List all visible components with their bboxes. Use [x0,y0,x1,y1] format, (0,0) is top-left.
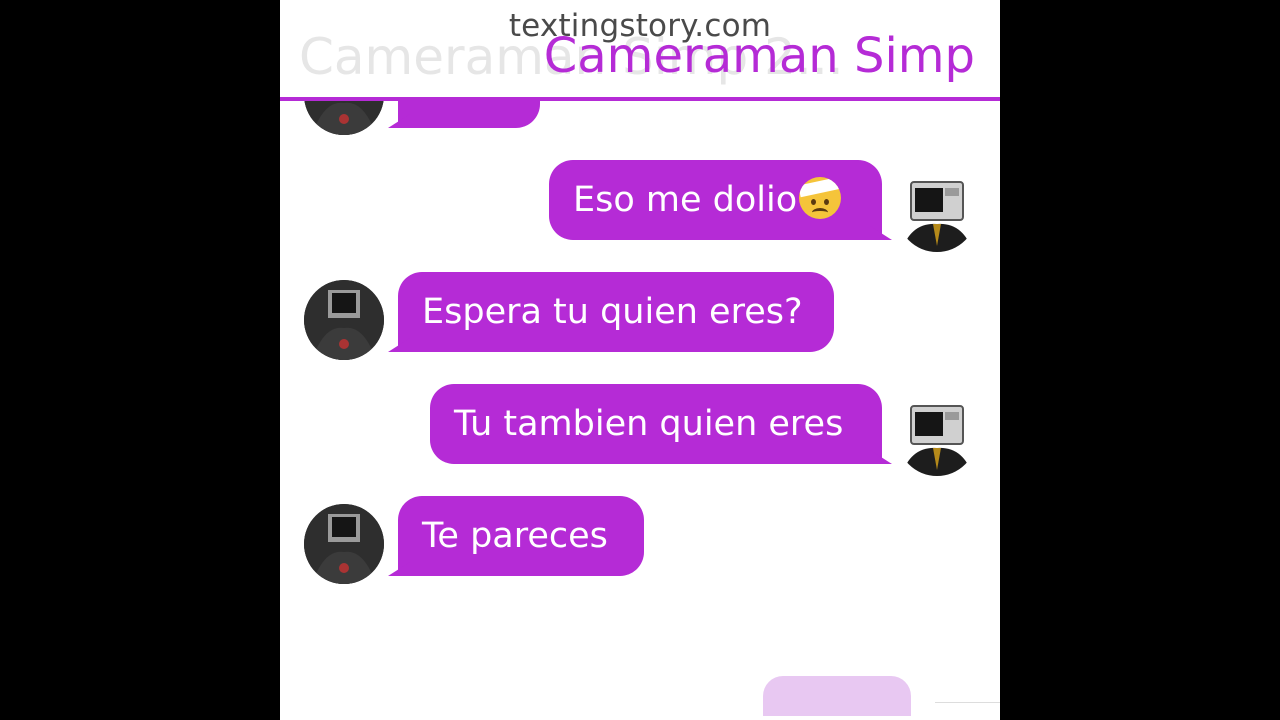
cameraman-avatar-icon [897,396,977,476]
divider [935,702,1000,703]
user-avatar[interactable] [897,396,977,476]
contact-avatar[interactable] [304,504,384,584]
message-text: Eso me dolio [573,180,798,220]
message-text: Te pareces [422,516,608,556]
cameraman-avatar-icon [304,280,384,360]
user-avatar[interactable] [897,172,977,252]
typing-bubble [763,676,911,716]
message-text: Tu tambien quien eres [454,404,844,444]
message-bubble: Espera tu quien eres? [398,272,834,352]
cameraman-avatar-icon [897,172,977,252]
cameraman-avatar-icon [304,504,384,584]
message-bubble: Te pareces [398,496,644,576]
message-bubble: Tu tambien quien eres [430,384,882,464]
message-bubble: Eso me dolio [549,160,882,240]
chat-screen: textingstory.com Aden Cameraman Simp 2..… [280,0,1000,720]
message-text: Espera tu quien eres? [422,292,803,332]
watermark: textingstory.com [508,8,772,44]
contact-avatar[interactable] [304,280,384,360]
head-bandage-emoji-icon [799,177,842,219]
